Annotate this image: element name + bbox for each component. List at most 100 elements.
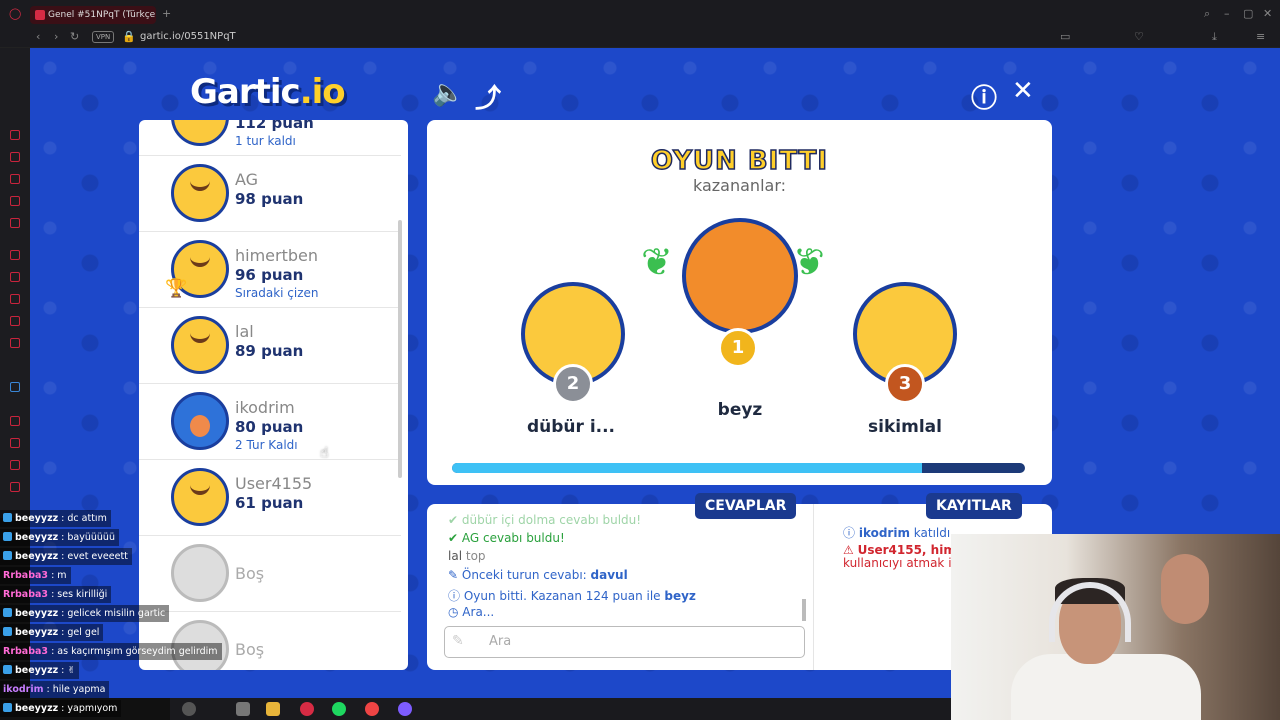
grid-icon[interactable] [10, 438, 20, 448]
search-icon[interactable]: ⌕ [1204, 8, 1210, 19]
avatar [171, 120, 229, 146]
heart-icon[interactable] [10, 460, 20, 470]
clock-icon[interactable] [10, 416, 20, 426]
log-entry: ⓘ ikodrim katıldı [843, 526, 951, 540]
mouse-cursor-icon: ☝ [320, 445, 329, 461]
opera-icon[interactable] [300, 702, 314, 716]
player-row[interactable]: 🏆 himertben 96 puan Sıradaki çizen [139, 232, 401, 308]
sound-icon[interactable]: 🔈 [432, 78, 464, 108]
chat-badge-icon [3, 627, 12, 636]
folder-icon[interactable] [266, 702, 280, 716]
laurel-left-icon: ❦ [641, 240, 673, 284]
chat-message: Rrbaba3 : as kaçırmışım görseydim gelird… [0, 643, 222, 660]
opera-logo-icon[interactable]: ◯ [9, 8, 21, 19]
sidebar-app-icon[interactable] [10, 382, 20, 392]
chat-text: : as kaçırmışım görseydim gelirdim [48, 646, 218, 657]
second-place-name: dübür i... [526, 417, 616, 437]
app-icon[interactable] [365, 702, 379, 716]
player-list-scrollbar[interactable] [398, 220, 402, 478]
sidebar-app-icon[interactable] [10, 250, 20, 260]
chat-text: : m [48, 570, 67, 581]
discord-icon[interactable] [398, 702, 412, 716]
player-row[interactable]: 112 puan 1 tur kaldı [139, 120, 401, 156]
bookmark-icon[interactable]: ▭ [1060, 31, 1070, 42]
player-points: 80 puan [235, 418, 304, 436]
menu-icon[interactable]: ≡ [1256, 31, 1265, 42]
answers-tab[interactable]: CEVAPLAR [695, 493, 797, 519]
silver-medal: 2 [553, 364, 593, 404]
player-points: 112 puan [235, 120, 314, 132]
chat-badge-icon [3, 513, 12, 522]
logs-tab[interactable]: KAYITLAR [926, 493, 1022, 519]
share-icon[interactable]: ⤴ [475, 78, 501, 115]
chat-message: beeyyzz : dc attım [0, 510, 111, 527]
browser-tab[interactable]: Genel #51NPqT (Türkçe) [30, 6, 156, 24]
bronze-medal: 3 [885, 364, 925, 404]
chat-username: beeyyzz [15, 532, 59, 543]
url-text[interactable]: gartic.io/0551NPqT [140, 31, 236, 42]
answer-message: ◷ Ara... [448, 605, 495, 619]
plus-icon[interactable]: + [162, 8, 171, 19]
clock-icon: ◷ [448, 605, 463, 619]
sidebar-app-icon[interactable] [10, 130, 20, 140]
download-icon[interactable]: ⤓ [1212, 31, 1217, 42]
winners-label: kazananlar: [692, 176, 786, 195]
task-view-icon[interactable] [236, 702, 250, 716]
back-icon[interactable]: ‹ [36, 31, 40, 42]
sidebar-app-icon[interactable] [10, 174, 20, 184]
chat-badge-icon [3, 703, 12, 712]
gartic-logo[interactable]: Gartic.io [190, 72, 346, 112]
log-entry: ⚠ User4155, hime [843, 543, 964, 557]
game-over-title: OYUN BITTI [650, 145, 829, 177]
answer-input[interactable]: Ara [444, 626, 805, 658]
close-icon[interactable]: ✕ [1012, 76, 1034, 106]
player-name: AG [235, 170, 259, 189]
browser-sidebar [0, 48, 30, 518]
vpn-badge[interactable]: VPN [92, 31, 115, 43]
chat-username: beeyyzz [15, 551, 59, 562]
log-entry: kullanıcıyı atmak içi [843, 556, 962, 570]
sidebar-app-icon[interactable] [10, 272, 20, 282]
player-row[interactable]: lal 89 puan [139, 308, 401, 384]
sidebar-app-icon[interactable] [10, 152, 20, 162]
chat-badge-icon [3, 551, 12, 560]
answer-message: ⓘ Oyun bitti. Kazanan 124 puan ile beyz [448, 589, 696, 603]
sidebar-app-icon[interactable] [10, 218, 20, 228]
player-row[interactable]: AG 98 puan [139, 156, 401, 232]
spotify-icon[interactable] [332, 702, 346, 716]
maximize-icon[interactable]: ▢ [1243, 8, 1253, 19]
player-name: User4155 [235, 474, 313, 493]
round-progress-bar [452, 463, 1025, 473]
history-icon[interactable] [10, 482, 20, 492]
player-name: himertben [235, 246, 319, 265]
avatar [171, 392, 229, 450]
chat-badge-icon [3, 665, 12, 674]
chat-message: beeyyzz : yapmıyom [0, 700, 122, 717]
chat-text: : gel gel [58, 627, 100, 638]
logo-text: Gartic [190, 72, 301, 112]
chat-username: beeyyzz [15, 627, 59, 638]
sidebar-app-icon[interactable] [10, 294, 20, 304]
chat-username: Rrbaba3 [3, 589, 49, 600]
chat-text: : ✌ [58, 665, 76, 676]
heart-icon[interactable]: ♡ [1134, 31, 1144, 42]
whatsapp-icon[interactable] [10, 316, 20, 326]
chat-text: : gelicek misilin gartic [58, 608, 166, 619]
answers-scrollbar[interactable] [802, 599, 806, 621]
window-close-icon[interactable]: ✕ [1263, 8, 1272, 19]
player-note: Sıradaki çizen [235, 286, 319, 300]
minimize-icon[interactable]: – [1224, 8, 1230, 19]
player-row[interactable]: ikodrim 80 puan 2 Tur Kaldı [139, 384, 401, 460]
forward-icon[interactable]: › [54, 31, 58, 42]
player-note: 1 tur kaldı [235, 134, 296, 148]
reload-icon[interactable]: ↻ [70, 31, 79, 42]
info-icon[interactable]: ⓘ [971, 78, 997, 115]
player-points: 98 puan [235, 190, 304, 208]
first-place-avatar [682, 218, 798, 334]
webcam-overlay [951, 534, 1280, 720]
taskbar-app-icon[interactable] [182, 702, 196, 716]
x-icon[interactable] [10, 338, 20, 348]
logo-suffix: .io [299, 72, 346, 112]
sidebar-app-icon[interactable] [10, 196, 20, 206]
third-place-name: sikimlal [868, 417, 942, 437]
